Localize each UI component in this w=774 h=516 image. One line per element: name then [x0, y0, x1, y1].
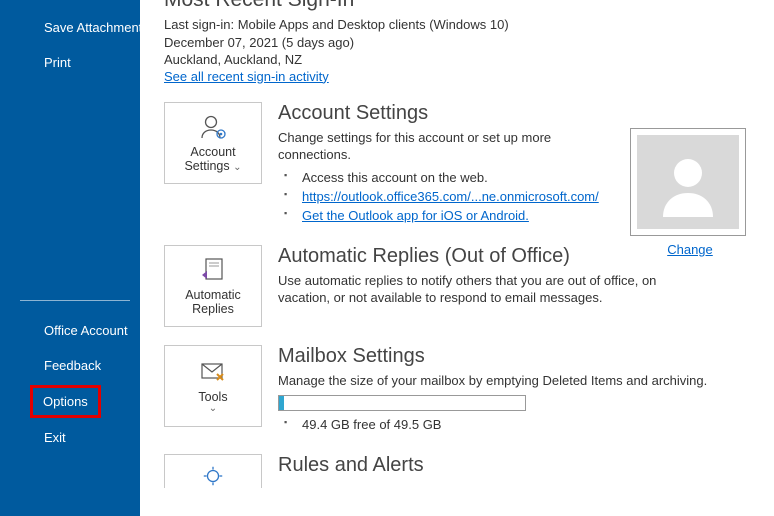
account-settings-app-link[interactable]: Get the Outlook app for iOS or Android.: [302, 208, 529, 223]
caret-down-icon: ⌄: [209, 404, 217, 414]
main-content: Most Recent Sign-In Last sign-in: Mobile…: [140, 0, 774, 516]
backstage-sidebar: Save Attachments Print Office Account Fe…: [0, 0, 140, 516]
rules-heading: Rules and Alerts: [278, 454, 750, 477]
avatar-frame: [630, 128, 746, 236]
auto-replies-tile-label2: Replies: [192, 302, 234, 316]
recent-signin-line3: Auckland, Auckland, NZ: [164, 51, 750, 69]
mailbox-free-text: 49.4 GB free of 49.5 GB: [278, 417, 750, 432]
mailbox-storage-bar: [278, 395, 526, 411]
mailbox-heading: Mailbox Settings: [278, 345, 750, 368]
account-settings-heading: Account Settings: [278, 102, 750, 125]
sidebar-divider: [20, 300, 130, 301]
avatar-change-link[interactable]: Change: [667, 242, 713, 257]
auto-replies-desc: Use automatic replies to notify others t…: [278, 272, 698, 307]
auto-replies-icon: [197, 256, 229, 284]
mailbox-desc: Manage the size of your mailbox by empty…: [278, 372, 750, 390]
sidebar-item-exit[interactable]: Exit: [0, 420, 140, 455]
sidebar-item-print[interactable]: Print: [0, 45, 140, 80]
account-settings-web-link[interactable]: https://outlook.office365.com/...ne.onmi…: [302, 189, 599, 204]
auto-replies-row: Automatic Replies Automatic Replies (Out…: [164, 245, 750, 327]
sidebar-item-feedback[interactable]: Feedback: [0, 348, 140, 383]
mailbox-row: Tools ⌄ Mailbox Settings Manage the size…: [164, 345, 750, 437]
recent-signin-line2: December 07, 2021 (5 days ago): [164, 34, 750, 52]
sidebar-item-office-account[interactable]: Office Account: [0, 313, 140, 348]
account-settings-tile[interactable]: Account Settings ⌄: [164, 102, 262, 184]
auto-replies-tile-label1: Automatic: [185, 288, 241, 302]
tools-tile-label: Tools: [198, 390, 227, 404]
rules-gear-icon: [200, 464, 226, 488]
account-settings-desc: Change settings for this account or set …: [278, 129, 578, 164]
tools-tile[interactable]: Tools ⌄: [164, 345, 262, 427]
sidebar-options-highlight: Options: [0, 385, 140, 418]
account-settings-tile-label2: Settings: [184, 159, 229, 173]
account-settings-tile-label1: Account: [190, 145, 235, 159]
recent-signin-link[interactable]: See all recent sign-in activity: [164, 69, 329, 84]
rules-tile[interactable]: [164, 454, 262, 488]
rules-row: Rules and Alerts: [164, 454, 750, 488]
account-settings-icon: [197, 113, 229, 141]
recent-signin-line1: Last sign-in: Mobile Apps and Desktop cl…: [164, 16, 750, 34]
avatar-placeholder-icon: [637, 135, 739, 229]
sidebar-item-save-attachments[interactable]: Save Attachments: [0, 10, 140, 45]
profile-photo-block: Change: [630, 128, 750, 257]
caret-down-icon: ⌄: [233, 162, 241, 173]
mailbox-storage-fill: [279, 396, 284, 410]
recent-signin-heading: Most Recent Sign-In: [164, 0, 750, 12]
sidebar-item-options[interactable]: Options: [30, 385, 101, 418]
auto-replies-tile[interactable]: Automatic Replies: [164, 245, 262, 327]
tools-icon: [197, 358, 229, 386]
